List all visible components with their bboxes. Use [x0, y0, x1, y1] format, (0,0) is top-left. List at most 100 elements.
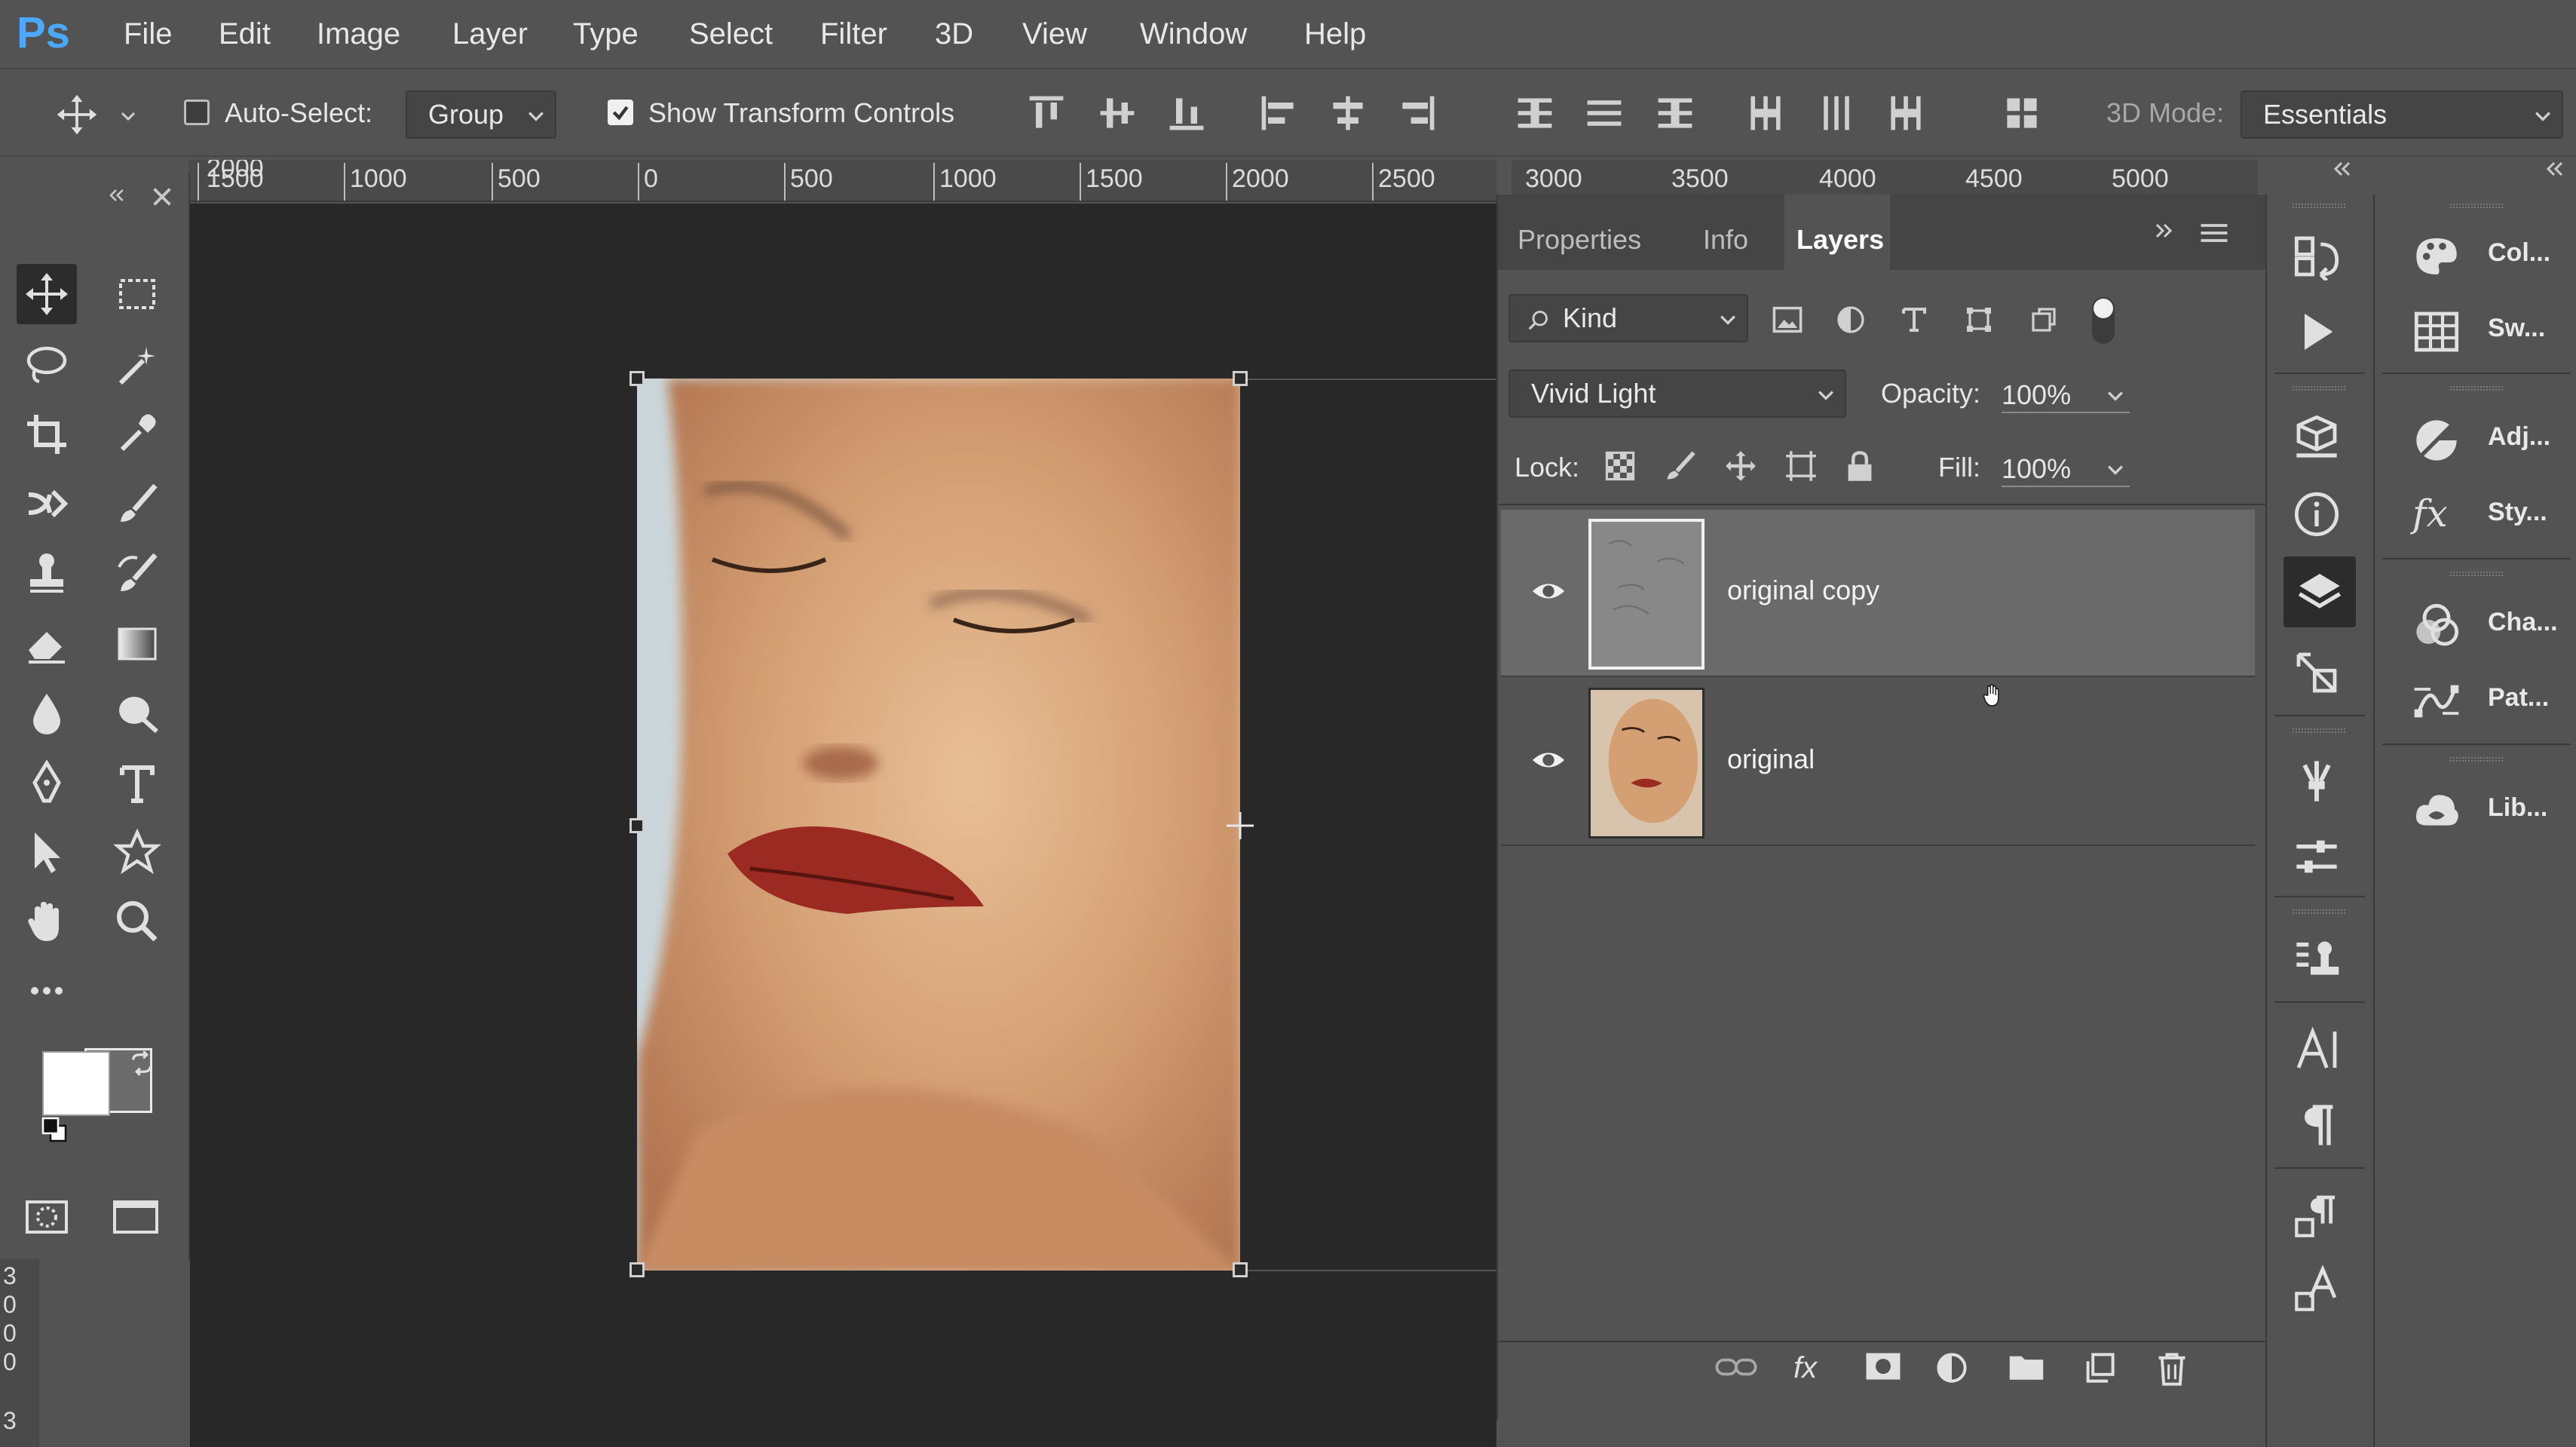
new-group-icon[interactable] — [2008, 1351, 2047, 1389]
healing-brush-tool-icon[interactable] — [17, 474, 77, 534]
layer-row-original[interactable]: original — [1501, 679, 2255, 846]
menu-file[interactable]: File — [124, 15, 172, 53]
fill-chevron-icon[interactable] — [2107, 464, 2125, 477]
filter-shape-icon[interactable] — [1964, 305, 1994, 335]
panel-swatches[interactable]: Sw... — [2390, 300, 2576, 368]
transform-handle-top-left[interactable] — [629, 371, 645, 386]
menu-select[interactable]: Select — [689, 15, 773, 53]
show-transform-checkbox[interactable] — [608, 100, 633, 125]
align-left-icon[interactable] — [1257, 92, 1303, 137]
filter-toggle[interactable] — [2092, 297, 2115, 344]
properties-sliders-icon[interactable] — [2293, 832, 2345, 885]
dodge-tool-icon[interactable] — [107, 683, 167, 743]
layer-style-fx-icon[interactable]: fx — [1793, 1351, 1836, 1389]
align-top-icon[interactable] — [1025, 92, 1071, 137]
transform-handle-middle-left[interactable] — [629, 818, 645, 833]
history-brush-tool-icon[interactable] — [107, 543, 167, 603]
delete-layer-icon[interactable] — [2155, 1351, 2195, 1389]
auto-align-icon[interactable] — [2001, 92, 2046, 137]
align-vcenter-icon[interactable] — [1096, 92, 1141, 137]
collapse-toolbox-icon[interactable] — [106, 189, 128, 207]
menu-view[interactable]: View — [1022, 15, 1087, 53]
lasso-tool-icon[interactable] — [17, 335, 77, 395]
panel-channels[interactable]: Cha... — [2390, 594, 2576, 662]
visibility-eye-icon[interactable] — [1531, 579, 1566, 606]
lock-pixels-icon[interactable] — [1664, 449, 1697, 483]
panel-color[interactable]: Col... — [2390, 225, 2576, 293]
history-icon[interactable] — [2293, 232, 2345, 285]
expand-panel-icon[interactable] — [2152, 223, 2182, 246]
transform-handle-bottom-left[interactable] — [629, 1262, 645, 1277]
crop-tool-icon[interactable] — [17, 404, 77, 464]
panel-libraries[interactable]: Lib... — [2390, 780, 2576, 848]
default-colors-icon[interactable] — [39, 1114, 69, 1145]
add-mask-icon[interactable] — [1864, 1351, 1904, 1389]
lock-artboard-icon[interactable] — [1784, 449, 1818, 483]
path-selection-tool-icon[interactable] — [17, 822, 77, 882]
screen-mode-icon[interactable] — [112, 1197, 164, 1240]
move-tool-icon[interactable] — [17, 264, 77, 324]
filter-adjustment-icon[interactable] — [1836, 305, 1866, 335]
new-adjustment-layer-icon[interactable] — [1935, 1351, 1974, 1389]
layers-icon[interactable] — [2283, 556, 2356, 627]
collapse-panels-icon[interactable] — [2329, 161, 2360, 184]
menu-window[interactable]: Window — [1140, 15, 1247, 53]
chevron-down-icon[interactable] — [121, 112, 136, 122]
eraser-tool-icon[interactable] — [17, 614, 77, 674]
paragraph-icon[interactable] — [2293, 1101, 2345, 1154]
new-layer-icon[interactable] — [2083, 1351, 2122, 1389]
menu-layer[interactable]: Layer — [452, 15, 528, 53]
link-layers-icon[interactable] — [1715, 1354, 1760, 1392]
panel-styles[interactable]: fx Sty... — [2390, 484, 2576, 552]
auto-select-checkbox[interactable] — [184, 100, 210, 125]
panel-paths[interactable]: Pat... — [2390, 670, 2576, 737]
foreground-color-swatch[interactable] — [42, 1051, 110, 1116]
brush-tool-icon[interactable] — [107, 474, 167, 534]
move-tool-icon[interactable] — [54, 92, 100, 137]
quick-mask-icon[interactable] — [23, 1197, 75, 1240]
lock-transparent-icon[interactable] — [1603, 449, 1637, 483]
type-tool-icon[interactable] — [107, 753, 167, 813]
distribute-right-icon[interactable] — [1885, 92, 1930, 137]
layer-name[interactable]: original copy — [1727, 572, 1879, 609]
clone-stamp-tool-icon[interactable] — [17, 543, 77, 603]
filter-type-icon[interactable] — [1899, 305, 1929, 335]
distribute-bottom-icon[interactable] — [1654, 92, 1699, 137]
magic-wand-tool-icon[interactable] — [107, 335, 167, 395]
lock-all-icon[interactable] — [1843, 449, 1876, 483]
distribute-hcenter-icon[interactable] — [1815, 92, 1861, 137]
marquee-tool-icon[interactable] — [107, 264, 167, 324]
hand-tool-icon[interactable] — [17, 891, 77, 952]
collapse-dock-icon[interactable] — [2542, 161, 2572, 184]
filter-kind-dropdown[interactable]: Kind — [1509, 294, 1748, 342]
auto-select-mode-dropdown[interactable]: Group — [406, 90, 556, 139]
menu-type[interactable]: Type — [573, 15, 639, 53]
transform-handle-top-right[interactable] — [1233, 371, 1248, 386]
filter-smart-object-icon[interactable] — [2029, 305, 2059, 335]
align-bottom-icon[interactable] — [1165, 92, 1211, 137]
transform-handle-bottom-right[interactable] — [1233, 1262, 1248, 1277]
layer-row-original-copy[interactable]: original copy — [1501, 510, 2255, 677]
blur-tool-icon[interactable] — [17, 683, 77, 743]
character-icon[interactable] — [2293, 1025, 2345, 1078]
visibility-eye-icon[interactable] — [1531, 748, 1566, 775]
actions-play-icon[interactable] — [2293, 308, 2345, 360]
menu-edit[interactable]: Edit — [219, 15, 271, 53]
tab-info[interactable]: Info — [1703, 217, 1778, 293]
paragraph-styles-icon[interactable] — [2293, 1191, 2345, 1244]
pen-tool-icon[interactable] — [17, 753, 77, 813]
align-hcenter-icon[interactable] — [1327, 92, 1372, 137]
distribute-top-icon[interactable] — [1514, 92, 1559, 137]
distribute-left-icon[interactable] — [1744, 92, 1790, 137]
portrait-image[interactable] — [637, 379, 1240, 1271]
tab-layers[interactable]: Layers — [1784, 195, 1890, 270]
info-icon[interactable] — [2293, 490, 2345, 543]
lock-position-icon[interactable] — [1724, 449, 1757, 483]
menu-help[interactable]: Help — [1304, 15, 1366, 53]
clone-source-icon[interactable] — [2293, 937, 2345, 989]
menu-filter[interactable]: Filter — [820, 15, 887, 53]
more-tools-icon[interactable] — [17, 961, 77, 1021]
panel-adjustments[interactable]: Adj... — [2390, 409, 2576, 477]
swap-colors-icon[interactable] — [128, 1050, 155, 1077]
filter-pixel-icon[interactable] — [1771, 305, 1804, 335]
